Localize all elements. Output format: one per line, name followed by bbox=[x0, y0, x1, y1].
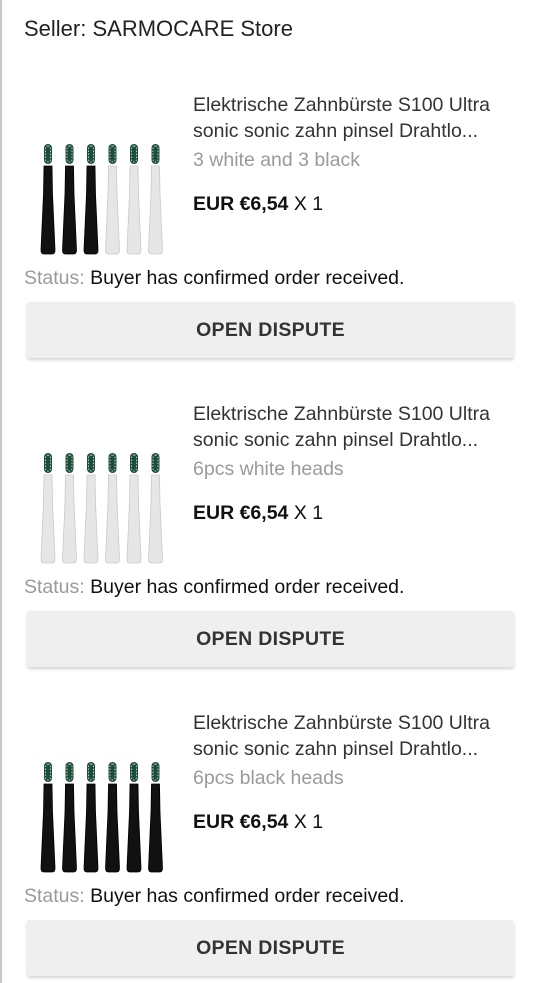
brush-head-black bbox=[40, 762, 56, 873]
order-info: Elektrische Zahnbürste S100 Ultra sonic … bbox=[193, 710, 523, 834]
brush-head-black bbox=[83, 144, 99, 255]
order-item: Elektrische Zahnbürste S100 Ultra sonic … bbox=[0, 710, 540, 983]
product-thumbnail[interactable] bbox=[30, 750, 170, 886]
product-title[interactable]: Elektrische Zahnbürste S100 Ultra sonic … bbox=[193, 401, 523, 453]
status-label: Status: bbox=[24, 885, 85, 907]
brush-head-white bbox=[40, 453, 56, 564]
brush-head-white bbox=[83, 453, 99, 564]
brush-head-white bbox=[126, 453, 142, 564]
status-label: Status: bbox=[24, 576, 85, 598]
brush-head-white bbox=[105, 453, 120, 564]
brush-head-white bbox=[126, 144, 142, 255]
open-dispute-button[interactable]: OPEN DISPUTE bbox=[27, 920, 514, 976]
product-quantity: X 1 bbox=[293, 502, 324, 524]
product-variant: 3 white and 3 black bbox=[193, 149, 360, 171]
status-text: Buyer has confirmed order received. bbox=[90, 885, 405, 907]
product-price: EUR €6,54 bbox=[193, 502, 289, 524]
brush-head-black bbox=[62, 762, 77, 873]
product-variant: 6pcs black heads bbox=[193, 767, 344, 789]
order-info: Elektrische Zahnbürste S100 Ultra sonic … bbox=[193, 92, 523, 216]
brush-head-white bbox=[148, 453, 163, 564]
status-label: Status: bbox=[24, 267, 85, 289]
brush-head-black bbox=[62, 144, 77, 255]
product-title[interactable]: Elektrische Zahnbürste S100 Ultra sonic … bbox=[193, 92, 523, 144]
product-title[interactable]: Elektrische Zahnbürste S100 Ultra sonic … bbox=[193, 710, 523, 762]
seller-header[interactable]: Seller: SARMOCARE Store bbox=[24, 16, 293, 42]
price-line: EUR €6,54 X 1 bbox=[193, 501, 523, 525]
product-quantity: X 1 bbox=[293, 193, 324, 215]
open-dispute-button[interactable]: OPEN DISPUTE bbox=[27, 611, 514, 667]
brush-head-white bbox=[62, 453, 77, 564]
brush-head-black bbox=[148, 762, 163, 873]
brush-head-white bbox=[105, 144, 120, 255]
status-text: Buyer has confirmed order received. bbox=[90, 267, 405, 289]
price-line: EUR €6,54 X 1 bbox=[193, 192, 523, 216]
open-dispute-button[interactable]: OPEN DISPUTE bbox=[27, 302, 514, 358]
order-status: Status: Buyer has confirmed order receiv… bbox=[24, 575, 404, 599]
product-thumbnail[interactable] bbox=[30, 441, 170, 577]
product-quantity: X 1 bbox=[293, 811, 324, 833]
order-status: Status: Buyer has confirmed order receiv… bbox=[24, 884, 404, 908]
status-text: Buyer has confirmed order received. bbox=[90, 576, 405, 598]
product-price: EUR €6,54 bbox=[193, 193, 289, 215]
product-thumbnail[interactable] bbox=[30, 132, 170, 268]
order-status: Status: Buyer has confirmed order receiv… bbox=[24, 266, 404, 290]
order-item: Elektrische Zahnbürste S100 Ultra sonic … bbox=[0, 92, 540, 401]
brush-head-black bbox=[105, 762, 120, 873]
brush-head-black bbox=[40, 144, 56, 255]
product-variant: 6pcs white heads bbox=[193, 458, 344, 480]
order-info: Elektrische Zahnbürste S100 Ultra sonic … bbox=[193, 401, 523, 525]
order-item: Elektrische Zahnbürste S100 Ultra sonic … bbox=[0, 401, 540, 710]
brush-head-black bbox=[83, 762, 99, 873]
brush-head-black bbox=[126, 762, 142, 873]
product-price: EUR €6,54 bbox=[193, 811, 289, 833]
brush-head-white bbox=[148, 144, 163, 255]
price-line: EUR €6,54 X 1 bbox=[193, 810, 523, 834]
seller-name: Seller: SARMOCARE Store bbox=[24, 16, 293, 41]
